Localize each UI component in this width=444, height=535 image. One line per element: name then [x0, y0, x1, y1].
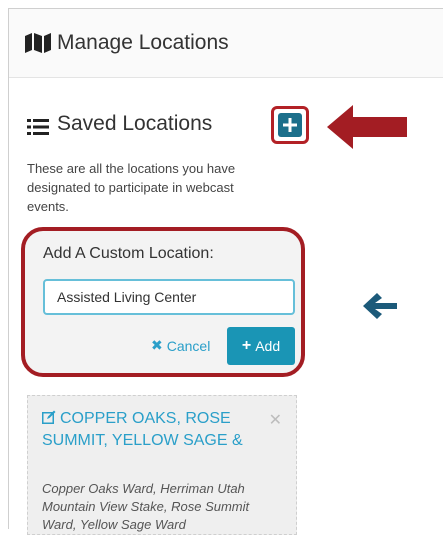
edit-icon: [42, 410, 56, 424]
add-label: Add: [255, 338, 281, 354]
add-location-button[interactable]: [271, 106, 309, 144]
custom-location-label: Add A Custom Location:: [43, 245, 214, 262]
location-description: Copper Oaks Ward, Herriman Utah Mountain…: [42, 481, 250, 532]
plus-icon: +: [241, 337, 252, 354]
add-custom-location-button[interactable]: + Add: [227, 327, 295, 365]
custom-location-form: Add A Custom Location: ✖ Cancel + Add: [21, 227, 305, 377]
cancel-label: Cancel: [166, 337, 211, 354]
location-card: COPPER OAKS, ROSE SUMMIT, YELLOW SAGE & …: [27, 395, 297, 535]
manage-locations-panel: Manage Locations Saved Locations These a…: [8, 8, 443, 535]
custom-location-input[interactable]: [43, 279, 295, 315]
arrow-left-icon[interactable]: [361, 291, 401, 321]
cancel-button[interactable]: ✖ Cancel: [151, 337, 210, 354]
close-icon: ✖: [151, 337, 163, 353]
saved-locations-heading: Saved Locations: [57, 112, 213, 135]
remove-location-icon[interactable]: ✕: [269, 410, 282, 430]
map-icon: [25, 33, 51, 53]
page-title: Manage Locations: [57, 31, 229, 54]
saved-locations-description: These are all the locations you have des…: [27, 161, 236, 214]
list-icon: [27, 119, 49, 135]
location-title-link[interactable]: COPPER OAKS, ROSE SUMMIT, YELLOW SAGE &: [42, 408, 262, 452]
panel-header: Manage Locations: [9, 9, 443, 78]
location-title: COPPER OAKS, ROSE SUMMIT, YELLOW SAGE &: [42, 410, 243, 449]
plus-square-icon: [278, 113, 302, 137]
saved-locations-section: Saved Locations These are all the locati…: [17, 77, 407, 535]
annotation-arrow-icon: [327, 105, 407, 149]
